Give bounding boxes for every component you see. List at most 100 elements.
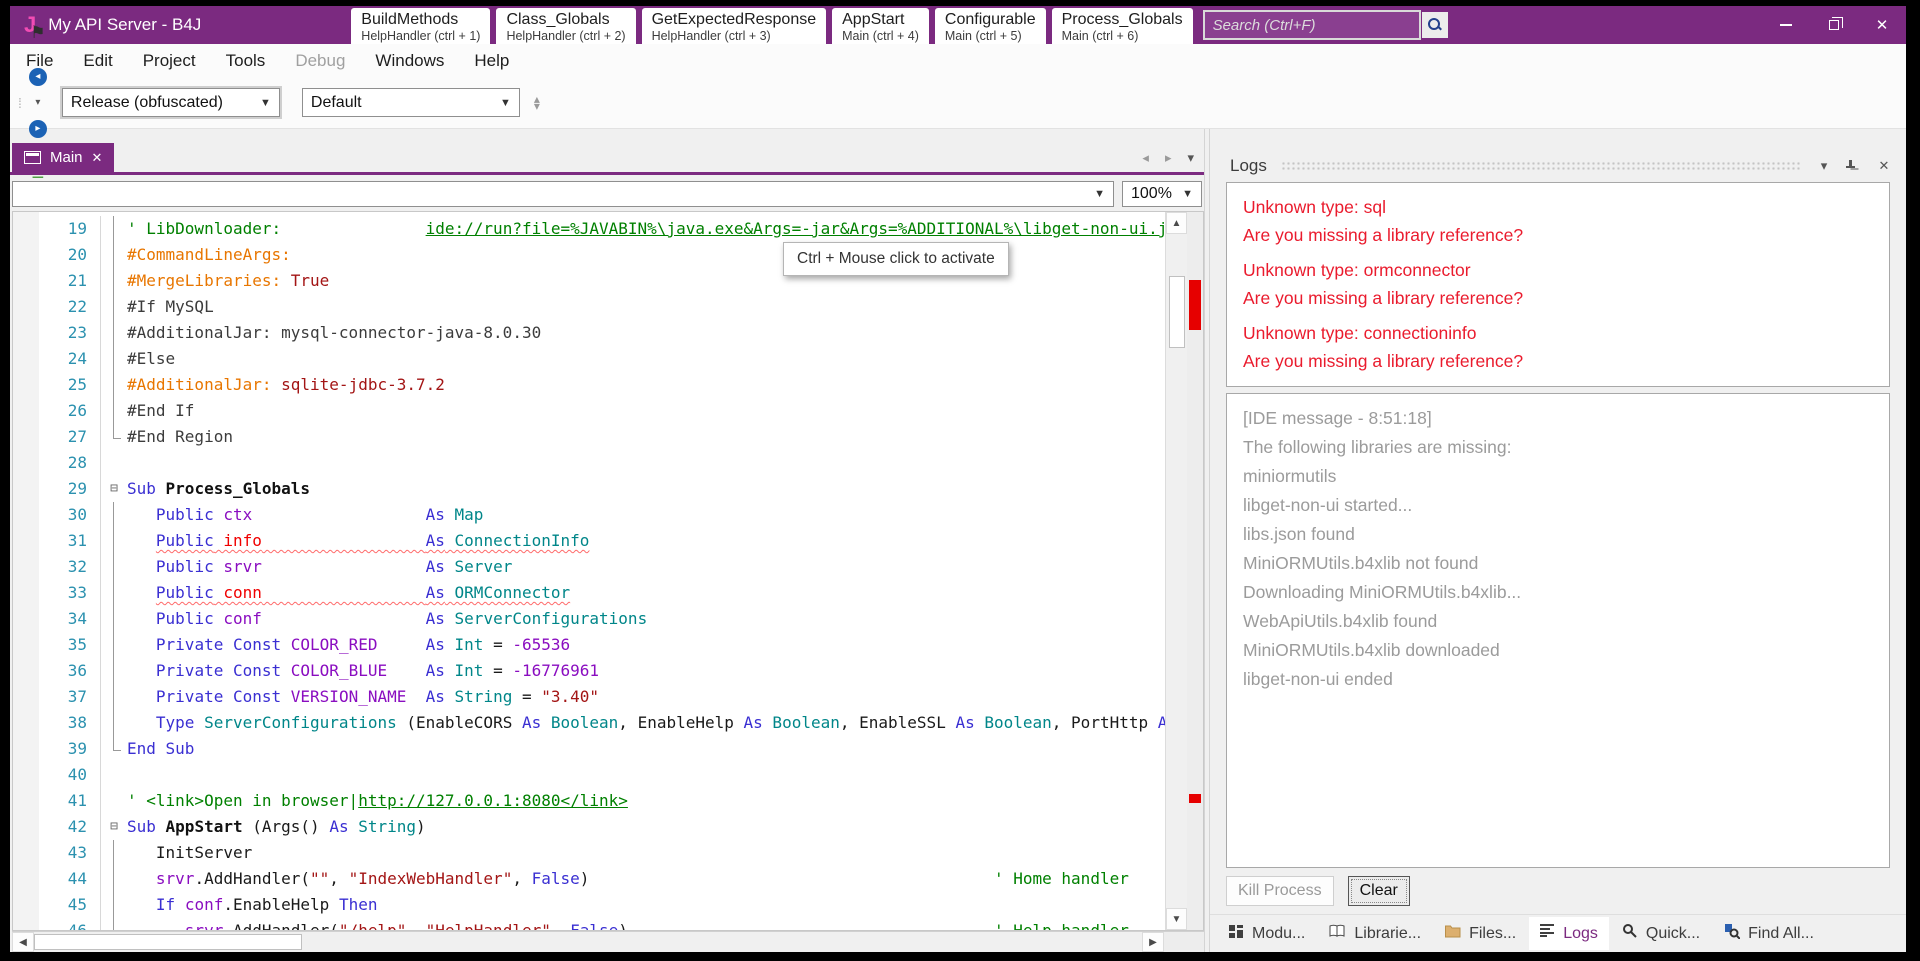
code-line[interactable]: 40: [39, 762, 1165, 788]
log-errors-box[interactable]: Unknown type: sqlAre you missing a libra…: [1226, 182, 1890, 387]
code-line[interactable]: 24#Else: [39, 346, 1165, 372]
title-tab-appstart[interactable]: AppStartMain (ctrl + 4): [832, 8, 929, 44]
menu-item-project[interactable]: Project: [143, 51, 196, 71]
code-line[interactable]: 45 If conf.EnableHelp Then: [39, 892, 1165, 918]
navigate-back-icon[interactable]: ◂: [25, 64, 51, 90]
panel-tab-findall[interactable]: Find All...: [1713, 916, 1825, 951]
scroll-up-icon[interactable]: ▲: [1166, 212, 1187, 234]
editor-horizontal-scrollbar[interactable]: ◀ ▶: [12, 931, 1204, 952]
logs-panel-header: Logs ▾ ✕: [1210, 150, 1906, 182]
vertical-scroll-thumb[interactable]: [1169, 276, 1185, 348]
menu-item-edit[interactable]: Edit: [83, 51, 112, 71]
code-text: #End Region: [127, 424, 1165, 450]
error-marker[interactable]: [1189, 794, 1201, 803]
title-tab-configurable[interactable]: ConfigurableMain (ctrl + 5): [935, 8, 1046, 44]
error-marker[interactable]: [1189, 280, 1201, 330]
code-line[interactable]: 28: [39, 450, 1165, 476]
code-line[interactable]: 37 Private Const VERSION_NAME As String …: [39, 684, 1165, 710]
menu-item-help[interactable]: Help: [474, 51, 509, 71]
close-button[interactable]: ✕: [1858, 6, 1906, 44]
scroll-left-icon[interactable]: ◀: [12, 932, 34, 952]
panel-tab-files[interactable]: Files...: [1434, 918, 1527, 950]
menu-item-debug[interactable]: Debug: [295, 51, 345, 71]
back-history-caret-icon[interactable]: ▾: [25, 90, 51, 116]
code-line[interactable]: 36 Private Const COLOR_BLUE As Int = -16…: [39, 658, 1165, 684]
code-line[interactable]: 41' <link>Open in browser|http://127.0.0…: [39, 788, 1165, 814]
code-line[interactable]: 35 Private Const COLOR_RED As Int = -655…: [39, 632, 1165, 658]
logs-icon: [1540, 924, 1555, 943]
toolbar-overflow-icon[interactable]: ▴▾: [534, 96, 540, 110]
code-line[interactable]: 26#End If: [39, 398, 1165, 424]
search-box[interactable]: [1203, 10, 1421, 40]
close-tab-icon[interactable]: ✕: [92, 150, 103, 166]
panel-drag-handle[interactable]: [1281, 161, 1800, 171]
code-line[interactable]: 30 Public ctx As Map: [39, 502, 1165, 528]
code-line[interactable]: 34 Public conf As ServerConfigurations: [39, 606, 1165, 632]
fold-toggle-icon[interactable]: ⊟: [101, 476, 127, 502]
tab-list-chevron-icon[interactable]: ▾: [1187, 150, 1194, 166]
panel-tab-modu[interactable]: Modu...: [1218, 917, 1316, 951]
code-line[interactable]: 19' LibDownloader: ide://run?file=%JAVAB…: [39, 216, 1165, 242]
fold-guide: [101, 554, 127, 580]
code-line[interactable]: 27#End Region: [39, 424, 1165, 450]
fold-guide: [101, 268, 127, 294]
title-tab-process_globals[interactable]: Process_GlobalsMain (ctrl + 6): [1052, 8, 1193, 44]
search-input[interactable]: [1205, 17, 1422, 34]
code-line[interactable]: 22#If MySQL: [39, 294, 1165, 320]
menu-item-windows[interactable]: Windows: [375, 51, 444, 71]
redo-icon[interactable]: ↷: [25, 0, 51, 2]
code-text: Sub Process_Globals: [127, 476, 1165, 502]
scroll-right-icon[interactable]: ▶: [1142, 932, 1164, 952]
editor-vertical-scrollbar[interactable]: ▲ ▼: [1165, 212, 1187, 930]
title-tab-buildmethods[interactable]: BuildMethodsHelpHandler (ctrl + 1): [351, 8, 490, 44]
panel-tab-logs[interactable]: Logs: [1529, 917, 1609, 950]
restore-button[interactable]: [1810, 6, 1858, 44]
panel-tab-librarie[interactable]: Librarie...: [1318, 917, 1432, 950]
code-line[interactable]: 42⊟Sub AppStart (Args() As String): [39, 814, 1165, 840]
scroll-down-icon[interactable]: ▼: [1166, 908, 1187, 930]
breakpoint-gutter[interactable]: [13, 212, 39, 930]
log-error-group: Unknown type: connectioninfoAre you miss…: [1243, 319, 1873, 375]
code-line[interactable]: 44 srvr.AddHandler("", "IndexWebHandler"…: [39, 866, 1165, 892]
title-tab-class_globals[interactable]: Class_GlobalsHelpHandler (ctrl + 2): [496, 8, 635, 44]
editor-pane: Main ✕ ◂ ▸ ▾ ▼ 100%▼ 19' LibDown: [10, 129, 1204, 952]
panel-close-icon[interactable]: ✕: [1874, 158, 1894, 174]
tab-scroll-right-icon[interactable]: ▸: [1165, 150, 1172, 166]
panel-chevron-down-icon[interactable]: ▾: [1814, 158, 1834, 174]
editor-zoom-select[interactable]: 100%▼: [1122, 181, 1202, 207]
line-number: 25: [39, 372, 101, 398]
code-editor[interactable]: 19' LibDownloader: ide://run?file=%JAVAB…: [12, 211, 1204, 931]
code-line[interactable]: 38 Type ServerConfigurations (EnableCORS…: [39, 710, 1165, 736]
code-line[interactable]: 31 Public info As ConnectionInfo: [39, 528, 1165, 554]
fold-toggle-icon[interactable]: ⊟: [101, 814, 127, 840]
code-line[interactable]: 43 InitServer: [39, 840, 1165, 866]
menu-item-tools[interactable]: Tools: [226, 51, 266, 71]
tab-main[interactable]: Main ✕: [12, 143, 114, 172]
kill-process-button[interactable]: Kill Process: [1226, 876, 1334, 906]
horizontal-scroll-thumb[interactable]: [34, 934, 302, 950]
title-tab-getexpectedresponse[interactable]: GetExpectedResponseHelpHandler (ctrl + 3…: [642, 8, 827, 44]
code-text: Public srvr As Server: [127, 554, 1165, 580]
bookmark-icon[interactable]: ⚑: [25, 20, 51, 46]
code-line[interactable]: 46 srvr.AddHandler("/help", "HelpHandler…: [39, 918, 1165, 930]
code-text: srvr.AddHandler("", "IndexWebHandler", F…: [127, 866, 1165, 892]
pin-icon[interactable]: [1844, 159, 1864, 174]
error-annotation-strip[interactable]: [1187, 212, 1203, 930]
tab-scroll-left-icon[interactable]: ◂: [1142, 150, 1149, 166]
fold-guide: [101, 216, 127, 242]
code-line[interactable]: 33 Public conn As ORMConnector: [39, 580, 1165, 606]
code-line[interactable]: 39End Sub: [39, 736, 1165, 762]
code-line[interactable]: 32 Public srvr As Server: [39, 554, 1165, 580]
search-icon[interactable]: [1422, 12, 1448, 38]
panel-tab-quick[interactable]: Quick...: [1611, 916, 1711, 951]
code-line[interactable]: 25#AdditionalJar: sqlite-jdbc-3.7.2: [39, 372, 1165, 398]
jump-to-sub-select[interactable]: ▼: [12, 181, 1114, 207]
layout-variant-select[interactable]: Default▼: [302, 88, 520, 117]
minimize-button[interactable]: [1762, 6, 1810, 44]
log-messages-box[interactable]: [IDE message - 8:51:18]The following lib…: [1226, 393, 1890, 868]
clear-logs-button[interactable]: Clear: [1348, 876, 1410, 906]
build-configuration-select[interactable]: Release (obfuscated)▼: [62, 88, 280, 117]
code-line[interactable]: 29⊟Sub Process_Globals: [39, 476, 1165, 502]
code-line[interactable]: 23#AdditionalJar: mysql-connector-java-8…: [39, 320, 1165, 346]
line-number: 37: [39, 684, 101, 710]
